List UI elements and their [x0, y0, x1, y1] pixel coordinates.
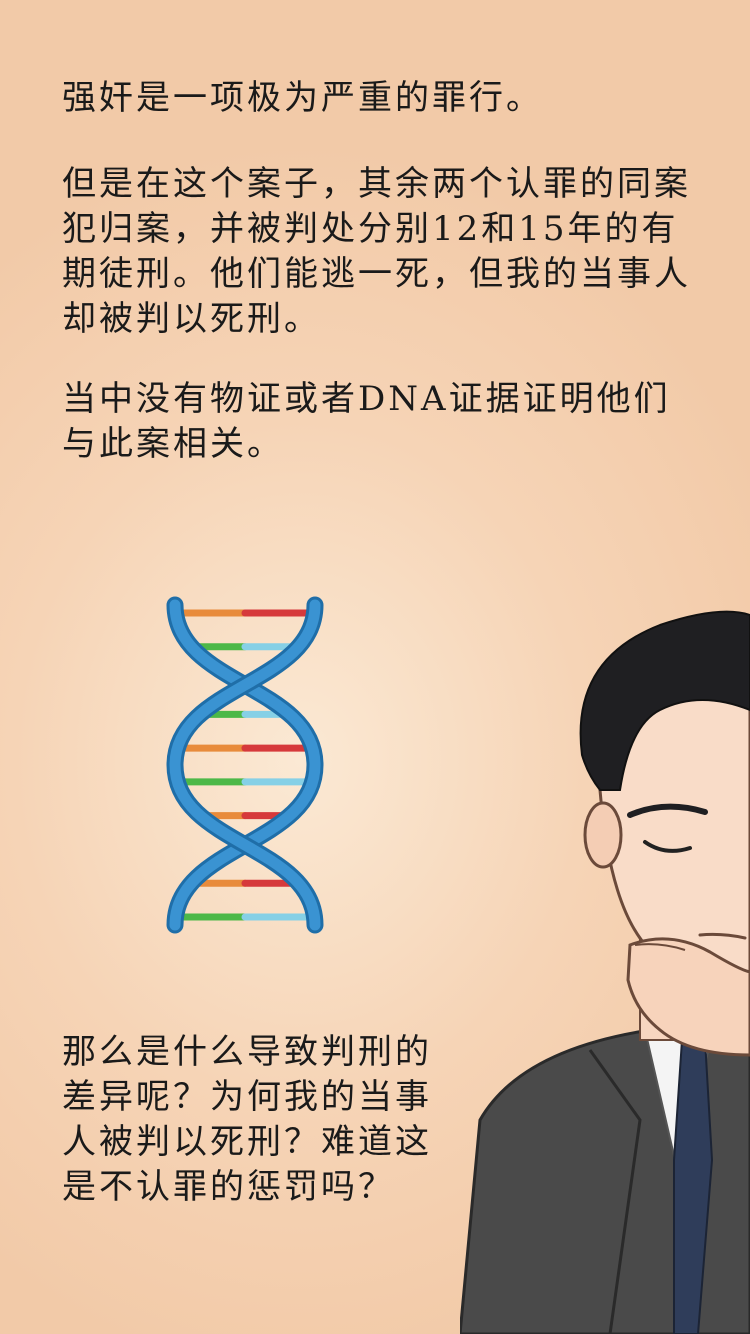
case-details-paragraph: 但是在这个案子，其余两个认罪的同案犯归案，并被判处分别12和15年的有期徒刑。他… — [62, 164, 691, 339]
thinking-man-illustration — [460, 610, 750, 1334]
intro-paragraph: 强奸是一项极为严重的罪行。 — [62, 78, 543, 118]
evidence-paragraph: 当中没有物证或者DNA证据证明他们与此案相关。 — [62, 379, 671, 464]
question-paragraph: 那么是什么导致判刑的差异呢？为何我的当事人被判以死刑？难道这是不认罪的惩罚吗？ — [62, 1032, 432, 1207]
dna-helix-icon — [166, 596, 324, 934]
